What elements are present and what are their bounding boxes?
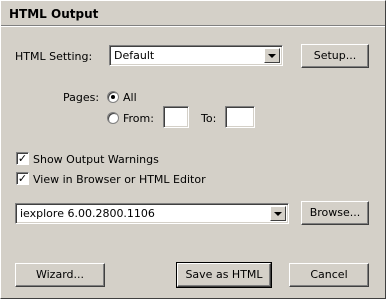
chevron-down-icon[interactable]	[264, 48, 280, 63]
pages-label: Pages:	[63, 91, 100, 104]
html-setting-select[interactable]: Default	[109, 45, 283, 66]
check-icon: ✓	[17, 152, 28, 165]
setup-button[interactable]: Setup...	[301, 44, 369, 68]
html-setting-value: Default	[114, 49, 155, 62]
browser-select[interactable]: iexplore 6.00.2800.1106	[15, 203, 289, 224]
cancel-button[interactable]: Cancel	[289, 263, 369, 287]
dialog-title: HTML Output	[9, 7, 99, 21]
pages-to-input[interactable]	[225, 106, 255, 128]
html-setting-label: HTML Setting:	[15, 50, 93, 63]
save-as-html-button[interactable]: Save as HTML	[176, 262, 272, 288]
check-icon: ✓	[17, 172, 28, 185]
view-in-browser-label: View in Browser or HTML Editor	[33, 173, 206, 186]
radio-dot-icon	[111, 95, 115, 99]
pages-all-label: All	[123, 91, 137, 104]
pages-from-label: From:	[123, 112, 154, 125]
pages-range-radio[interactable]	[107, 112, 119, 124]
show-warnings-checkbox[interactable]: ✓	[16, 152, 29, 165]
pages-from-input[interactable]	[163, 106, 189, 128]
title-divider	[1, 25, 385, 27]
browse-button[interactable]: Browse...	[301, 201, 369, 225]
browser-value: iexplore 6.00.2800.1106	[20, 207, 155, 220]
pages-to-label: To:	[201, 112, 217, 125]
pages-all-radio[interactable]	[107, 91, 119, 103]
show-warnings-label: Show Output Warnings	[33, 153, 159, 166]
html-output-dialog: HTML Output HTML Setting: Default Setup.…	[0, 0, 386, 299]
chevron-down-icon[interactable]	[270, 206, 286, 221]
view-in-browser-checkbox[interactable]: ✓	[16, 172, 29, 185]
wizard-button[interactable]: Wizard...	[15, 263, 105, 287]
